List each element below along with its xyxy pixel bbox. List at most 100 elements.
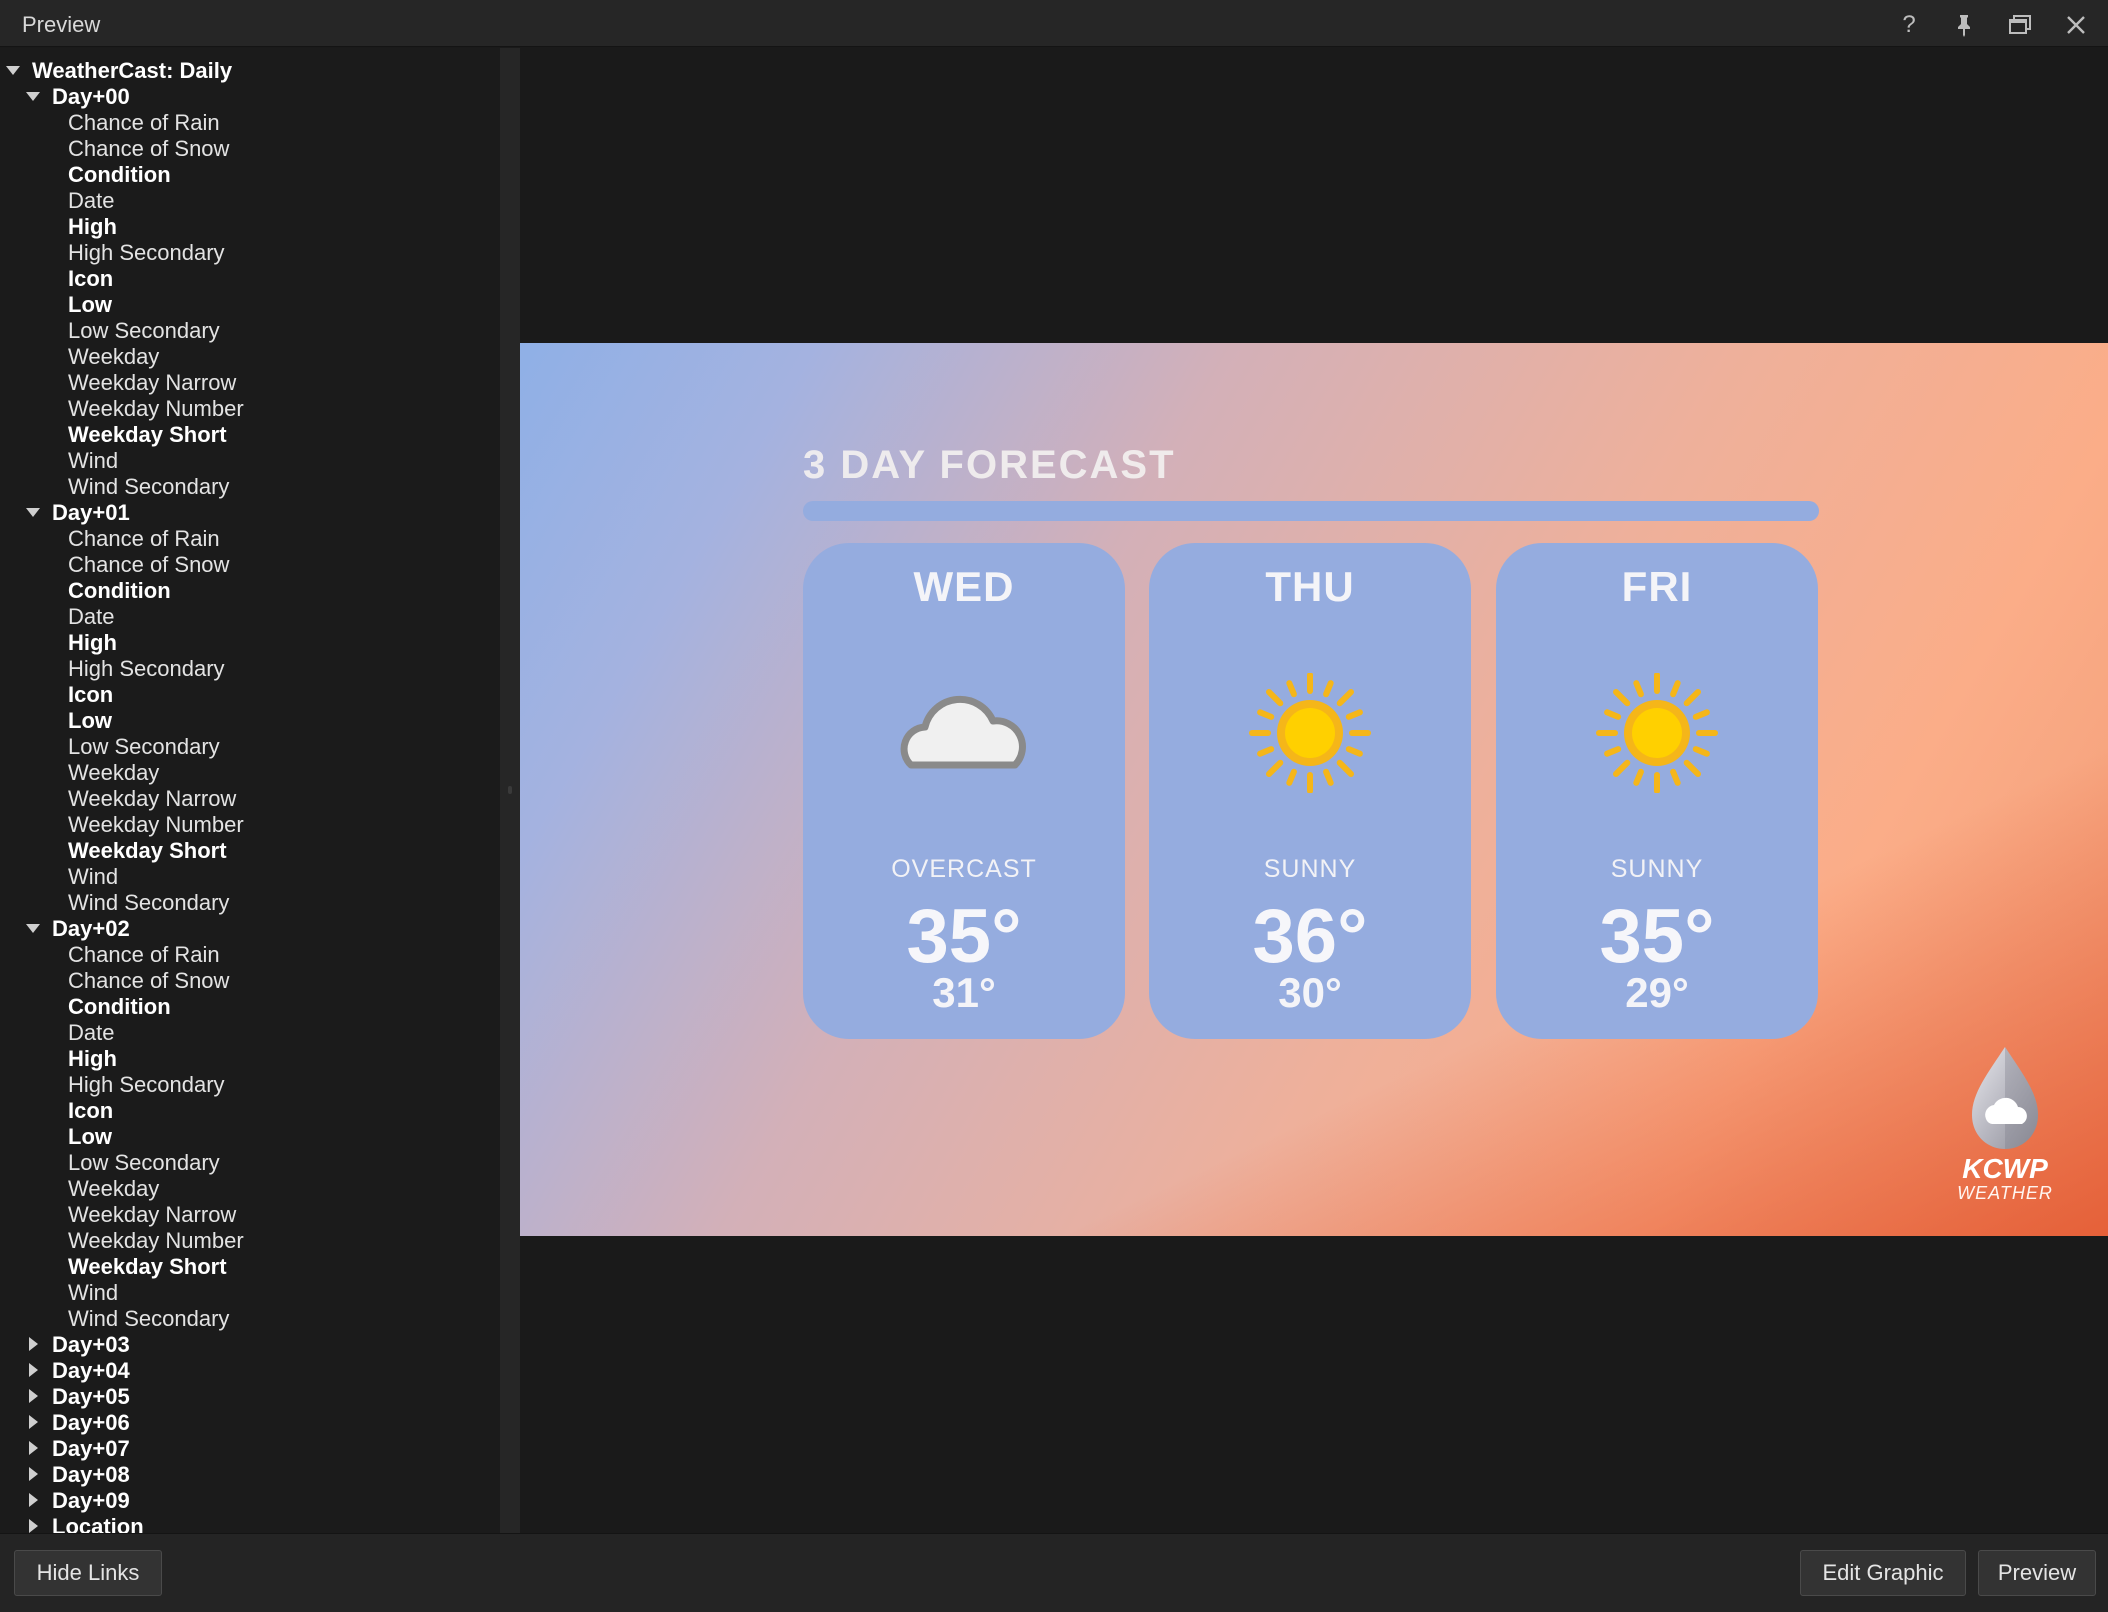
tree-field-item[interactable]: Wind (68, 864, 118, 890)
tree-item-label: Weekday Narrow (68, 370, 237, 395)
splitter-handle[interactable] (500, 48, 520, 1533)
tree-field-item[interactable]: Low Secondary (68, 734, 220, 760)
tree-day-node[interactable]: Day+01 (26, 500, 130, 526)
tree-field-item[interactable]: High Secondary (68, 240, 225, 266)
tree-item-label: Day+07 (52, 1436, 130, 1461)
tree-item-label: Icon (68, 1098, 114, 1123)
tree-field-item[interactable]: Weekday Short (68, 422, 227, 448)
tree-field-item[interactable]: Weekday Number (68, 396, 244, 422)
tree-day-node[interactable]: Day+02 (26, 916, 130, 942)
card-weekday: FRI (1621, 563, 1693, 610)
tree-field-item[interactable]: Chance of Rain (68, 526, 220, 552)
tree-collapsed-node[interactable]: Day+05 (26, 1384, 130, 1410)
tree-field-item[interactable]: High (68, 214, 117, 240)
tree-collapsed-node[interactable]: Day+09 (26, 1488, 130, 1514)
tree-field-item[interactable]: Chance of Rain (68, 942, 220, 968)
expand-arrow-right-icon[interactable] (29, 1519, 38, 1533)
tree-field-item[interactable]: Chance of Rain (68, 110, 220, 136)
tree-item-label: Condition (68, 162, 171, 187)
expand-arrow-down-icon[interactable] (26, 923, 40, 933)
tree-item-label: Low (68, 1124, 112, 1149)
tree-field-item[interactable]: Weekday Number (68, 812, 244, 838)
tree-collapsed-node[interactable]: Location (26, 1514, 144, 1533)
expand-arrow-down-icon[interactable] (26, 91, 40, 101)
pin-icon[interactable] (1947, 8, 1981, 42)
tree-day-node[interactable]: Day+00 (26, 84, 130, 110)
tree-field-item[interactable]: Weekday Narrow (68, 1202, 236, 1228)
tree-collapsed-node[interactable]: Day+08 (26, 1462, 130, 1488)
tree-field-item[interactable]: Low Secondary (68, 318, 220, 344)
tree-field-item[interactable]: Weekday Short (68, 1254, 227, 1280)
tree-item-label: WeatherCast: Daily (32, 58, 233, 83)
tree-field-item[interactable]: High Secondary (68, 1072, 225, 1098)
card-high-temp: 36° (1252, 894, 1368, 979)
tree-field-item[interactable]: Icon (68, 266, 113, 292)
tree-item-label: Weekday (68, 760, 160, 785)
kcwp-weather-logo: KCWP WEATHER (1950, 1043, 2060, 1213)
edit-graphic-button[interactable]: Edit Graphic (1800, 1550, 1966, 1596)
tree-field-item[interactable]: Wind (68, 1280, 118, 1306)
tree-item-label: Day+06 (52, 1410, 130, 1435)
tree-field-item[interactable]: Chance of Snow (68, 552, 229, 578)
tree-field-item[interactable]: Wind Secondary (68, 1306, 229, 1332)
preview-button[interactable]: Preview (1978, 1550, 2096, 1596)
tree-field-item[interactable]: Wind Secondary (68, 890, 229, 916)
tree-field-item[interactable]: Wind Secondary (68, 474, 229, 500)
tree-field-item[interactable]: Condition (68, 162, 171, 188)
tree-collapsed-node[interactable]: Day+07 (26, 1436, 130, 1462)
tree-collapsed-node[interactable]: Day+04 (26, 1358, 130, 1384)
tree-field-item[interactable]: Date (68, 1020, 114, 1046)
hide-links-button[interactable]: Hide Links (14, 1550, 162, 1596)
tree-field-item[interactable]: Condition (68, 578, 171, 604)
tree-item-label: Wind Secondary (68, 890, 230, 915)
expand-arrow-right-icon[interactable] (29, 1389, 38, 1404)
tree-field-item[interactable]: Icon (68, 682, 113, 708)
tree-field-item[interactable]: Wind (68, 448, 118, 474)
restore-icon[interactable] (2003, 8, 2037, 42)
tree-field-item[interactable]: Weekday (68, 344, 159, 370)
tree-field-item[interactable]: Weekday (68, 1176, 159, 1202)
close-icon[interactable] (2059, 8, 2093, 42)
expand-arrow-right-icon[interactable] (29, 1415, 38, 1430)
cloud-icon (889, 673, 1039, 793)
tree-field-item[interactable]: Condition (68, 994, 171, 1020)
tree-field-item[interactable]: High Secondary (68, 656, 225, 682)
tree-field-item[interactable]: Weekday Number (68, 1228, 244, 1254)
tree-field-item[interactable]: Date (68, 188, 114, 214)
tree-field-item[interactable]: Weekday (68, 760, 159, 786)
expand-arrow-down-icon[interactable] (6, 65, 20, 75)
tree-field-item[interactable]: High (68, 630, 117, 656)
tree-field-item[interactable]: Low Secondary (68, 1150, 220, 1176)
tree-collapsed-node[interactable]: Day+06 (26, 1410, 130, 1436)
expand-arrow-right-icon[interactable] (29, 1467, 38, 1482)
tree-field-item[interactable]: Low (68, 292, 112, 318)
tree-field-item[interactable]: Chance of Snow (68, 136, 229, 162)
card-high-temp: 35° (1599, 894, 1715, 979)
tree-field-item[interactable]: High (68, 1046, 117, 1072)
card-condition: OVERCAST (891, 855, 1037, 883)
tree-field-item[interactable]: Weekday Short (68, 838, 227, 864)
tree-item-label: Condition (68, 994, 171, 1019)
title-underline-bar (803, 501, 1819, 521)
tree-item-label: Weekday Narrow (68, 786, 237, 811)
tree-field-item[interactable]: Icon (68, 1098, 113, 1124)
expand-arrow-right-icon[interactable] (29, 1441, 38, 1456)
expand-arrow-right-icon[interactable] (29, 1337, 38, 1352)
expand-arrow-right-icon[interactable] (29, 1363, 38, 1378)
tree-root[interactable]: WeatherCast: Daily (6, 58, 232, 84)
tree-item-label: Day+08 (52, 1462, 130, 1487)
card-low-temp: 29° (1625, 969, 1689, 1016)
tree-field-item[interactable]: Weekday Narrow (68, 786, 236, 812)
tree-item-label: Low Secondary (68, 1150, 220, 1175)
tree-field-item[interactable]: Chance of Snow (68, 968, 229, 994)
splitter-grip[interactable] (508, 786, 512, 794)
tree-collapsed-node[interactable]: Day+03 (26, 1332, 130, 1358)
tree-field-item[interactable]: Low (68, 708, 112, 734)
expand-arrow-right-icon[interactable] (29, 1493, 38, 1508)
tree-item-label: Chance of Rain (68, 942, 220, 967)
expand-arrow-down-icon[interactable] (26, 507, 40, 517)
tree-field-item[interactable]: Date (68, 604, 114, 630)
tree-field-item[interactable]: Low (68, 1124, 112, 1150)
help-icon[interactable]: ? (1892, 8, 1926, 42)
tree-field-item[interactable]: Weekday Narrow (68, 370, 236, 396)
